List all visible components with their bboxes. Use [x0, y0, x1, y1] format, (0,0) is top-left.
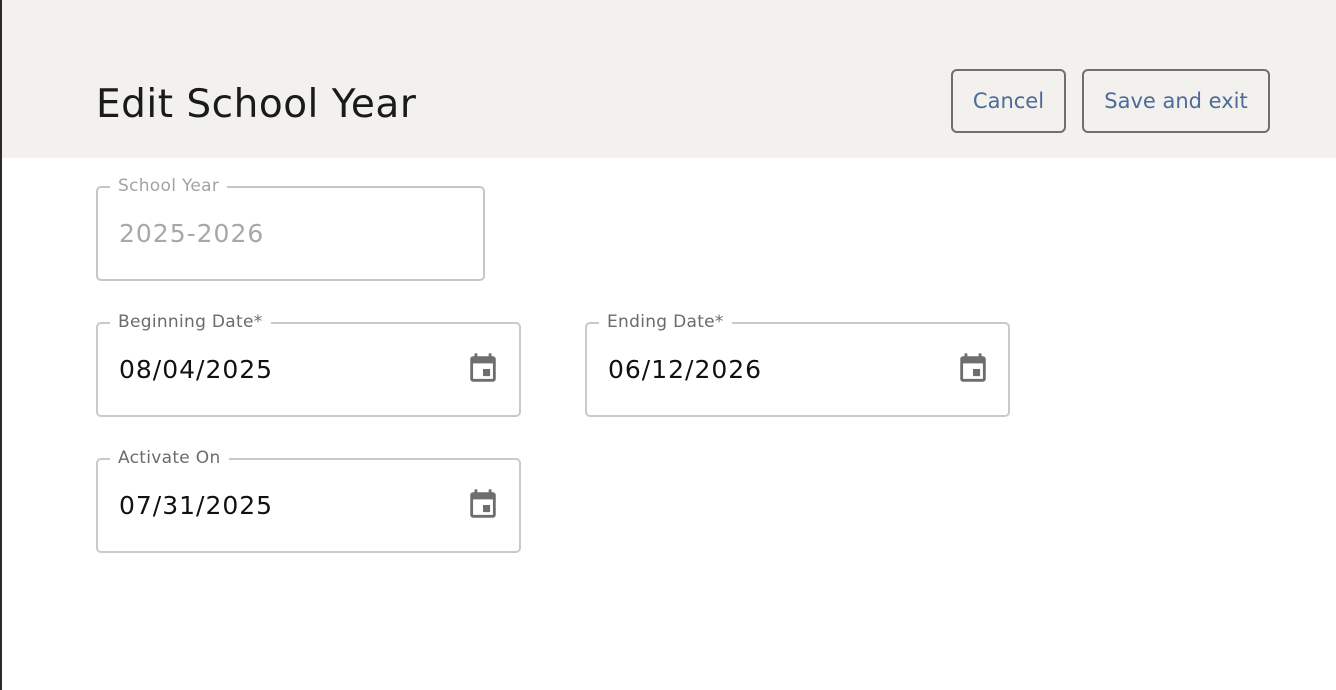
activate-on-label: Activate On: [110, 446, 229, 470]
activate-on-field[interactable]: Activate On 07/31/2025: [96, 446, 521, 553]
school-year-value: 2025-2026: [119, 219, 265, 248]
page-title: Edit School Year: [96, 82, 417, 127]
ending-date-field[interactable]: Ending Date* 06/12/2026: [585, 310, 1010, 417]
ending-date-label: Ending Date*: [599, 310, 732, 334]
calendar-icon[interactable]: [466, 486, 500, 524]
beginning-date-input[interactable]: 08/04/2025: [119, 354, 273, 386]
activate-on-input[interactable]: 07/31/2025: [119, 490, 273, 522]
school-year-label: School Year: [110, 174, 228, 198]
ending-date-input[interactable]: 06/12/2026: [608, 354, 762, 386]
calendar-icon[interactable]: [956, 350, 990, 388]
page-header: Edit School Year Cancel Save and exit: [2, 0, 1336, 158]
edit-school-year-page: Edit School Year Cancel Save and exit Sc…: [0, 0, 1336, 690]
calendar-icon[interactable]: [466, 350, 500, 388]
school-year-field: School Year 2025-2026: [96, 174, 485, 281]
beginning-date-label: Beginning Date*: [110, 310, 271, 334]
cancel-button[interactable]: Cancel: [951, 69, 1066, 133]
save-and-exit-button[interactable]: Save and exit: [1082, 69, 1270, 133]
beginning-date-field[interactable]: Beginning Date* 08/04/2025: [96, 310, 521, 417]
